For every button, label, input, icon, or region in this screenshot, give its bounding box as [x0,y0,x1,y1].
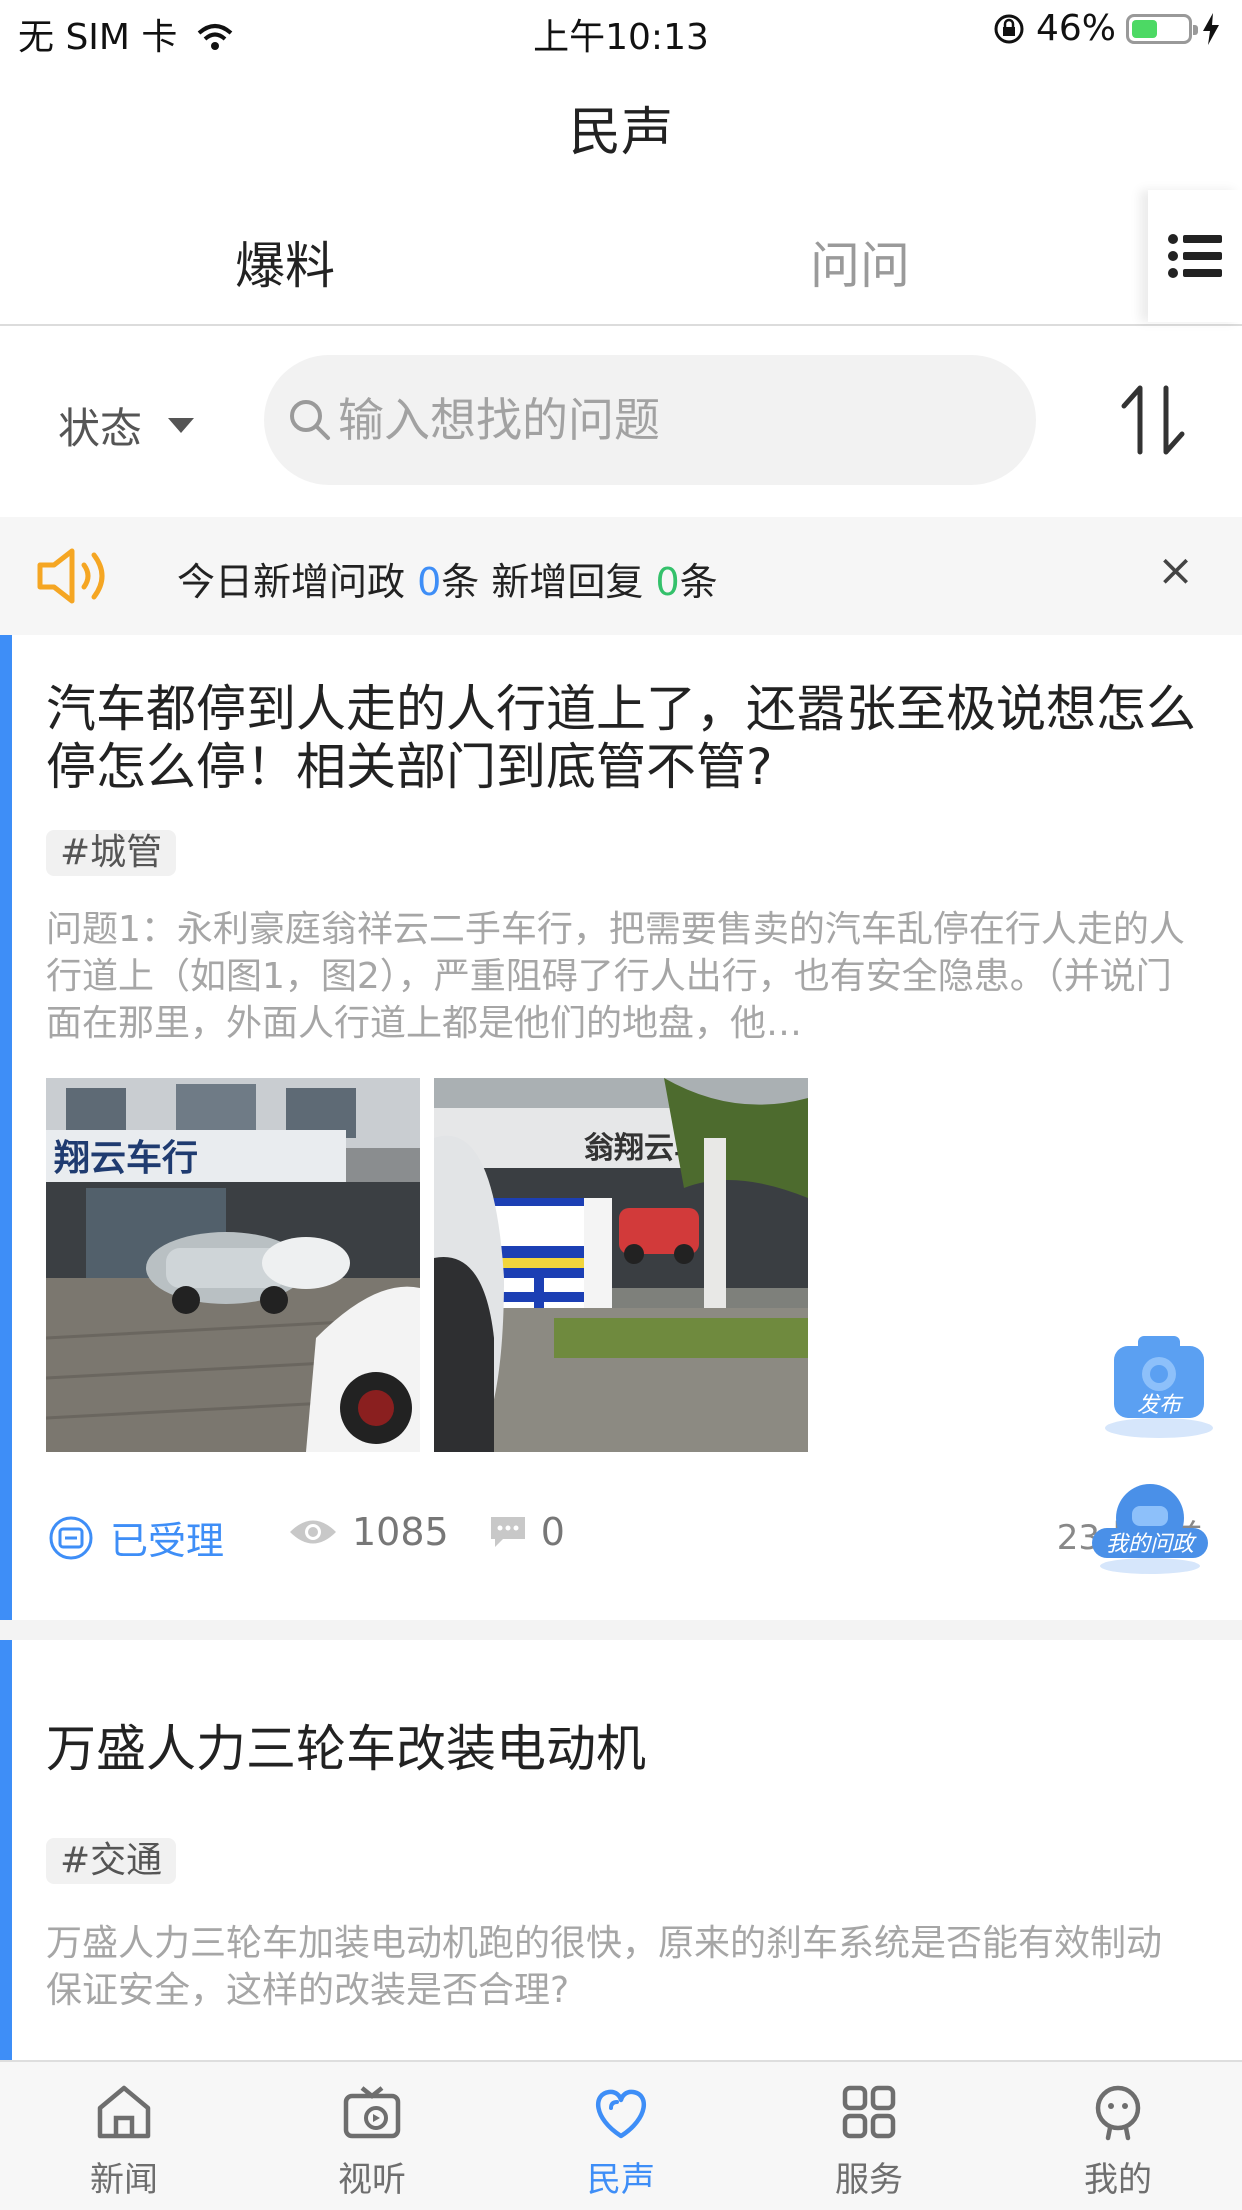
post-status: 已受理 [48,1510,224,1565]
grid-icon [842,2085,896,2139]
new-replies-count: 0 [655,560,680,604]
dropdown-arrow-icon [168,418,195,433]
tab-wenwen[interactable]: 问问 [810,226,910,298]
post-photo-2[interactable]: 翁翔云车行 [434,1078,808,1452]
processing-status-icon [49,1516,93,1559]
street-photo: 翔云车行 [46,1078,420,1452]
tabbar-label: 民声 [587,2160,655,2200]
sort-icon [1121,385,1185,455]
tabbar-item-voice[interactable]: 民声 [497,2062,745,2210]
close-icon[interactable]: × [1157,545,1194,596]
search-icon [290,400,330,440]
view-count: 1085 [352,1510,449,1554]
notice-prefix: 今日新增问政 [177,560,418,604]
shop-sign-text: 翔云车行 [54,1137,198,1178]
tabbar-label: 我的 [1084,2160,1152,2200]
my-questions-label: 我的问政 [1106,1532,1197,1557]
tabbar-item-mine[interactable]: 我的 [994,2062,1242,2210]
card-divider [0,1620,1242,1640]
tv-icon [343,2086,401,2139]
post-stats: 1085 0 [288,1510,565,1554]
tab-bar: 爆料 问问 [0,190,1242,326]
eye-icon [290,1520,336,1544]
post-tag[interactable]: #交通 [46,1838,177,1884]
search-bar[interactable] [264,355,1036,485]
tabbar-label: 服务 [835,2160,903,2200]
publish-label: 发布 [1137,1393,1184,1418]
post-description: 问题1：永利豪庭翁祥云二手车行，把需要售卖的汽车乱停在行人走的人行道上（如图1，… [46,909,1185,1044]
publish-button[interactable]: 发布 [1098,1330,1220,1442]
tabbar-item-media[interactable]: 视听 [248,2062,496,2210]
list-icon [1168,234,1222,278]
profile-icon [1095,2085,1141,2141]
battery-percent: 46% [1035,8,1116,49]
camera-icon: 发布 [1105,1336,1213,1438]
notice-suffix: 条 [679,560,718,604]
speaker-icon [37,548,105,604]
street-photo: 翁翔云车行 [434,1078,808,1452]
sort-button[interactable] [1118,382,1188,458]
status-label: 已受理 [110,1519,225,1563]
rotation-lock-icon [994,14,1024,43]
comment-icon [490,1517,525,1547]
post-description: 万盛人力三轮车加装电动机跑的很快，原来的刹车系统是否能有效制动保证安全，这样的改… [46,1923,1163,2011]
notice-text: 今日新增问政 0条 新增回复 0条 [177,551,718,606]
bottom-tab-bar: 新闻 视听 民声 服务 我的 [0,2060,1242,2210]
heart-icon [595,2089,647,2139]
card-accent-bar [0,1640,12,2060]
charging-icon [1203,12,1219,45]
status-filter[interactable]: 状态 [58,395,195,456]
home-icon [97,2085,151,2139]
post-tag[interactable]: #城管 [46,830,177,876]
post-title[interactable]: 汽车都停到人走的人行道上了，还嚣张至极说想怎么停怎么停！相关部门到底管不管? [46,680,1206,796]
my-questions-button[interactable]: 我的问政 [1088,1466,1212,1578]
comment-count: 0 [540,1510,565,1554]
card-accent-bar [0,635,12,1620]
battery-status: 46% [992,8,1220,49]
search-input[interactable] [336,392,980,448]
page-title: 民声 [568,103,673,163]
post-title[interactable]: 万盛人力三轮车改装电动机 [46,1720,1206,1778]
category-menu-button[interactable] [1148,190,1242,322]
tabbar-label: 视听 [338,2160,406,2200]
tabbar-label: 新闻 [90,2160,158,2200]
robot-icon: 我的问政 [1092,1484,1208,1574]
tabbar-item-news[interactable]: 新闻 [0,2062,248,2210]
status-bar: 无 SIM 卡 上午10:13 46% [0,0,1242,62]
battery-icon [1126,13,1198,44]
new-questions-count: 0 [417,560,442,604]
status-filter-label: 状态 [58,404,143,453]
post-photo-1[interactable]: 翔云车行 [46,1078,420,1452]
tab-baoliao[interactable]: 爆料 [235,226,335,298]
tabbar-item-services[interactable]: 服务 [745,2062,993,2210]
notice-mid: 条 新增回复 [441,560,656,604]
daily-notice-bar: 今日新增问政 0条 新增回复 0条 × [0,517,1242,635]
